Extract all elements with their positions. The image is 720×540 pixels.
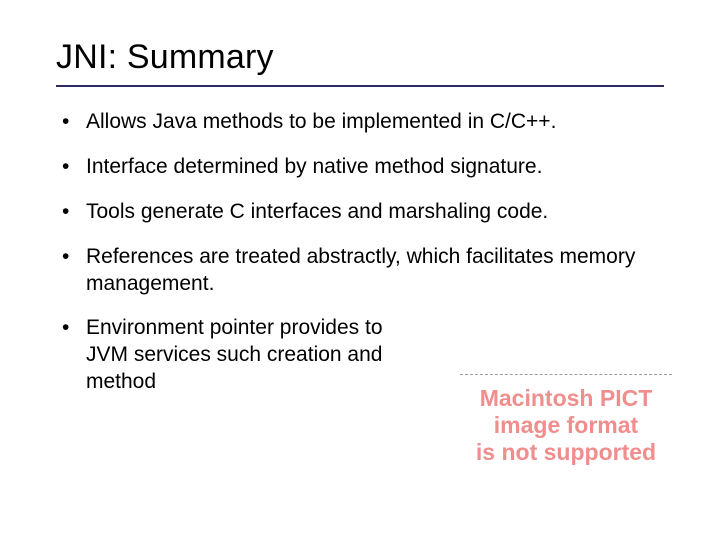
pict-line: is not supported — [460, 439, 672, 466]
bullet-list: Allows Java methods to be implemented in… — [56, 109, 664, 396]
pict-line: Macintosh PICT — [460, 385, 672, 412]
list-item: Tools generate C interfaces and marshali… — [56, 199, 664, 226]
slide-title: JNI: Summary — [56, 38, 664, 77]
list-item: Environment pointer provides to JVM serv… — [56, 315, 416, 396]
pict-line: image format — [460, 412, 672, 439]
pict-placeholder: Macintosh PICT image format is not suppo… — [460, 374, 672, 466]
list-item: References are treated abstractly, which… — [56, 244, 664, 298]
list-item: Interface determined by native method si… — [56, 154, 664, 181]
slide: JNI: Summary Allows Java methods to be i… — [0, 0, 720, 540]
list-item: Allows Java methods to be implemented in… — [56, 109, 664, 136]
title-rule — [56, 85, 664, 87]
